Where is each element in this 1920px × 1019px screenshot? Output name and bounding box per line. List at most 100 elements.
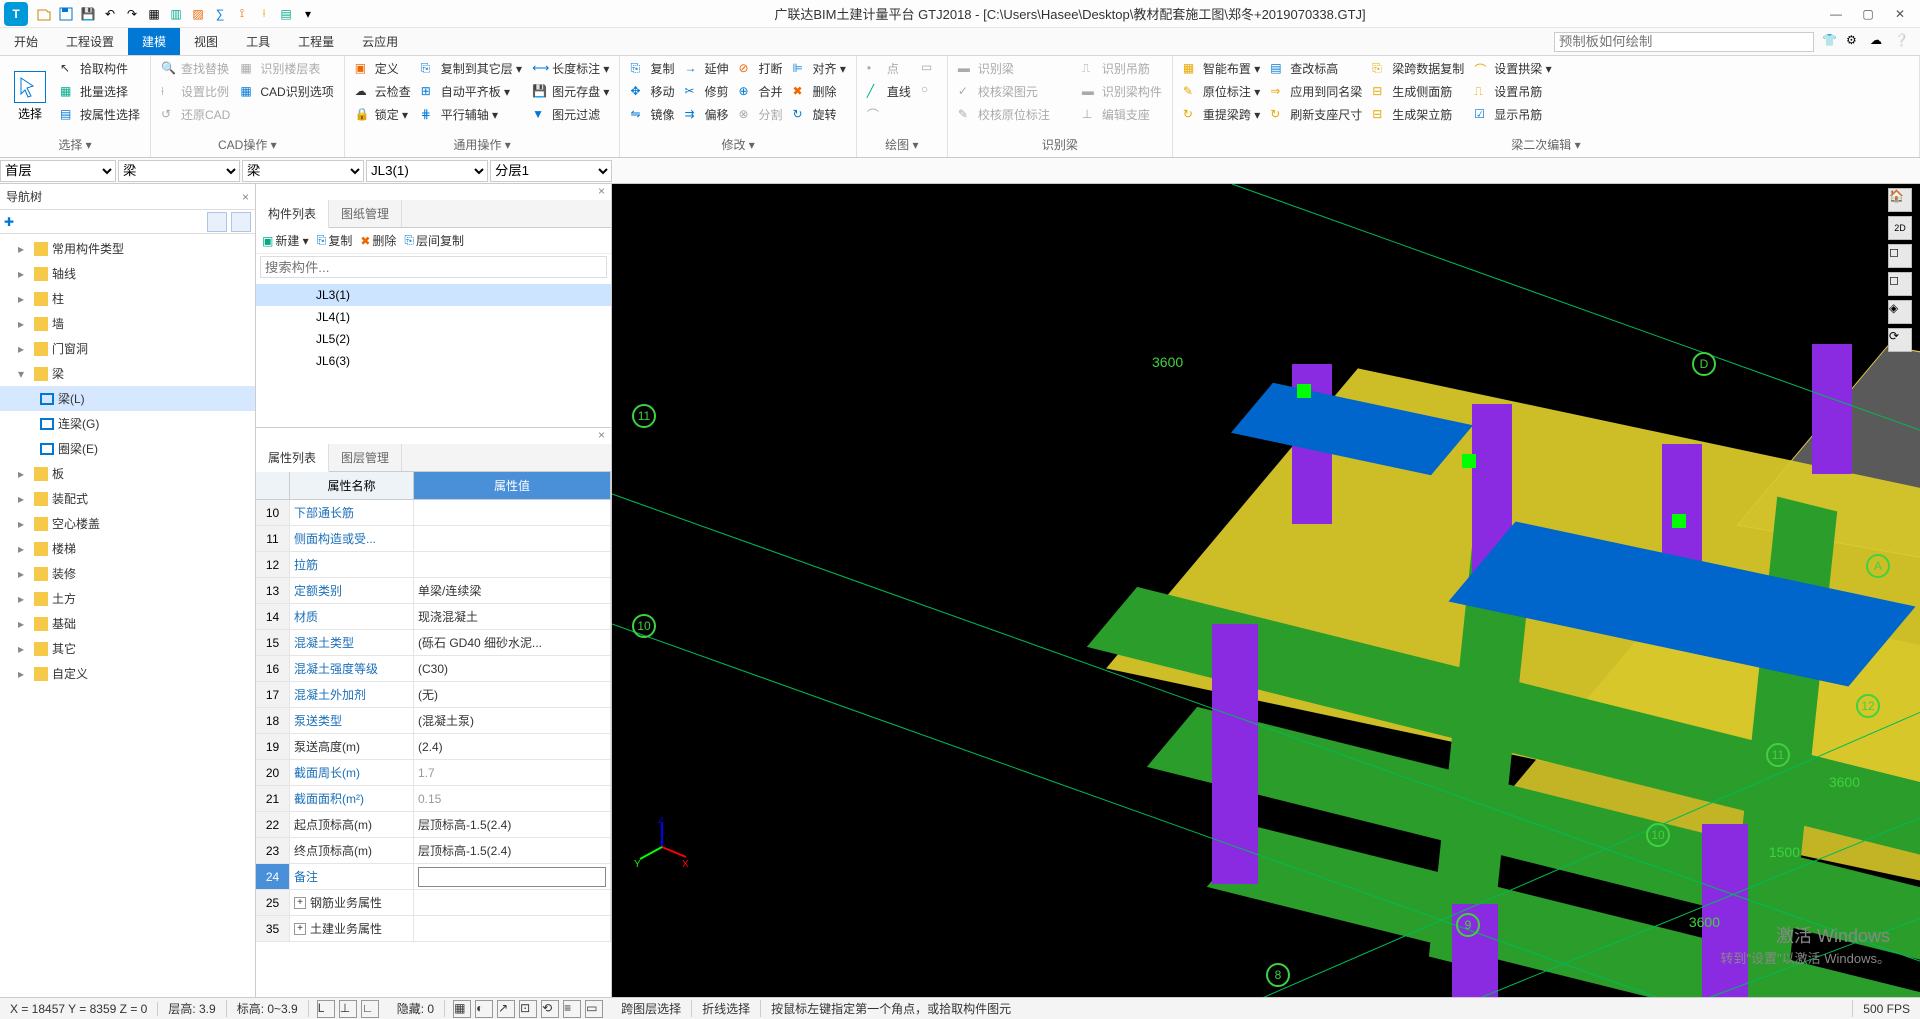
subcategory-select[interactable]: 梁 bbox=[242, 160, 364, 182]
property-value-input[interactable] bbox=[418, 867, 606, 887]
vp-home-icon[interactable]: 🏠 bbox=[1888, 188, 1912, 212]
minimize-button[interactable]: — bbox=[1824, 7, 1848, 21]
qat-icon-4[interactable]: ∑ bbox=[212, 6, 228, 22]
property-value[interactable]: 层顶标高-1.5(2.4) bbox=[414, 838, 611, 863]
component-item[interactable]: JL4(1) bbox=[256, 306, 611, 328]
comp-floor-copy[interactable]: ⎘层间复制 bbox=[404, 232, 464, 249]
cloud-check[interactable]: ☁云检查 bbox=[351, 81, 415, 102]
property-value[interactable] bbox=[414, 890, 611, 915]
qat-icon-2[interactable]: ▥ bbox=[168, 6, 184, 22]
sb-icon-10[interactable]: ▭ bbox=[585, 1000, 603, 1018]
ribbon-search-input[interactable] bbox=[1554, 32, 1814, 52]
layer-select[interactable]: 分层1 bbox=[490, 160, 612, 182]
help-gear-icon[interactable]: ⚙ bbox=[1846, 33, 1864, 51]
nav-item[interactable]: ▸土方 bbox=[0, 586, 255, 611]
nav-item[interactable]: ▸常用构件类型 bbox=[0, 236, 255, 261]
property-value[interactable]: 0.15 bbox=[414, 786, 611, 811]
rotate[interactable]: ↻旋转 bbox=[788, 104, 849, 125]
property-value[interactable]: (无) bbox=[414, 682, 611, 707]
property-row[interactable]: 17混凝土外加剂(无) bbox=[256, 682, 611, 708]
smart-layout[interactable]: ▦智能布置 ▾ bbox=[1179, 58, 1264, 79]
sb-icon-6[interactable]: ↗ bbox=[497, 1000, 515, 1018]
length-annotation[interactable]: ⟷长度标注 ▾ bbox=[528, 58, 613, 79]
nav-view2-icon[interactable] bbox=[231, 212, 251, 232]
sb-icon-2[interactable]: ⊥ bbox=[339, 1000, 357, 1018]
tab-property-list[interactable]: 属性列表 bbox=[256, 444, 329, 472]
property-value[interactable] bbox=[414, 916, 611, 941]
component-search-input[interactable] bbox=[260, 256, 607, 278]
original-annotation[interactable]: ✎原位标注 ▾ bbox=[1179, 81, 1264, 102]
nav-item[interactable]: ▸轴线 bbox=[0, 261, 255, 286]
nav-item[interactable]: ▸装配式 bbox=[0, 486, 255, 511]
delete[interactable]: ✖删除 bbox=[788, 81, 849, 102]
property-value[interactable]: 层顶标高-1.5(2.4) bbox=[414, 812, 611, 837]
group-label-cad[interactable]: CAD操作 ▾ bbox=[157, 134, 338, 155]
trim[interactable]: ✂修剪 bbox=[680, 81, 732, 102]
property-value[interactable]: (混凝土泵) bbox=[414, 708, 611, 733]
group-label-generic[interactable]: 通用操作 ▾ bbox=[351, 134, 614, 155]
component-select[interactable]: JL3(1) bbox=[366, 160, 488, 182]
element-filter[interactable]: ▼图元过滤 bbox=[528, 104, 613, 125]
repick-beam-span[interactable]: ↻重提梁跨 ▾ bbox=[1179, 104, 1264, 125]
nav-subitem[interactable]: 圈梁(E) bbox=[0, 436, 255, 461]
nav-item[interactable]: ▾梁 bbox=[0, 361, 255, 386]
nav-item[interactable]: ▸柱 bbox=[0, 286, 255, 311]
qat-ruler-icon[interactable]: ⟊ bbox=[256, 6, 272, 22]
property-value[interactable] bbox=[414, 500, 611, 525]
sb-icon-7[interactable]: ⊡ bbox=[519, 1000, 537, 1018]
copy[interactable]: ⎘复制 bbox=[626, 58, 678, 79]
property-row[interactable]: 14材质现浇混凝土 bbox=[256, 604, 611, 630]
tab-start[interactable]: 开始 bbox=[0, 28, 52, 55]
sb-icon-8[interactable]: ⟲ bbox=[541, 1000, 559, 1018]
nav-item[interactable]: ▸空心楼盖 bbox=[0, 511, 255, 536]
property-row[interactable]: 13定额类别单梁/连续梁 bbox=[256, 578, 611, 604]
select-big-button[interactable]: 选择 bbox=[6, 58, 54, 134]
set-arch-beam[interactable]: ⌒设置拱梁 ▾ bbox=[1470, 58, 1555, 79]
merge[interactable]: ⊕合并 bbox=[734, 81, 786, 102]
nav-subitem[interactable]: 梁(L) bbox=[0, 386, 255, 411]
nav-close-icon[interactable]: × bbox=[242, 190, 249, 204]
nav-item[interactable]: ▸墙 bbox=[0, 311, 255, 336]
pick-component[interactable]: ↖拾取构件 bbox=[56, 58, 144, 79]
property-row[interactable]: 23终点顶标高(m)层顶标高-1.5(2.4) bbox=[256, 838, 611, 864]
viewport-3d[interactable]: 3600 3600 1500 3600 3600 3600 A D 8 9 10… bbox=[612, 184, 1920, 997]
nav-view1-icon[interactable] bbox=[207, 212, 227, 232]
tab-component-list[interactable]: 构件列表 bbox=[256, 200, 329, 228]
property-row[interactable]: 11侧面构造或受... bbox=[256, 526, 611, 552]
batch-select[interactable]: ▦批量选择 bbox=[56, 81, 144, 102]
skin-icon[interactable]: 👕 bbox=[1822, 33, 1840, 51]
tab-cloud[interactable]: 云应用 bbox=[348, 28, 412, 55]
sb-icon-1[interactable]: L bbox=[317, 1000, 335, 1018]
vp-iso-icon[interactable]: ◈ bbox=[1888, 300, 1912, 324]
nav-item[interactable]: ▸自定义 bbox=[0, 661, 255, 686]
draw-line[interactable]: ╱直线 bbox=[863, 81, 915, 102]
property-row[interactable]: 24备注 bbox=[256, 864, 611, 890]
vp-cube-icon[interactable]: ◻ bbox=[1888, 244, 1912, 268]
tab-view[interactable]: 视图 bbox=[180, 28, 232, 55]
component-item[interactable]: JL6(3) bbox=[256, 350, 611, 372]
gen-waist-rebar[interactable]: ⊟生成架立筋 bbox=[1368, 104, 1468, 125]
check-elevation[interactable]: ▤查改标高 bbox=[1266, 58, 1366, 79]
app-icon[interactable]: T bbox=[4, 2, 28, 26]
comp-copy[interactable]: ⎘复制 bbox=[317, 232, 353, 249]
group-label-modify[interactable]: 修改 ▾ bbox=[626, 134, 849, 155]
lock[interactable]: 🔒锁定 ▾ bbox=[351, 104, 415, 125]
comp-delete[interactable]: ✖删除 bbox=[360, 232, 396, 249]
parallel-aux-axis[interactable]: ⋕平行辅轴 ▾ bbox=[417, 104, 526, 125]
beam-span-data-copy[interactable]: ⎘梁跨数据复制 bbox=[1368, 58, 1468, 79]
component-item[interactable]: JL5(2) bbox=[256, 328, 611, 350]
property-row[interactable]: 35+土建业务属性 bbox=[256, 916, 611, 942]
property-row[interactable]: 10下部通长筋 bbox=[256, 500, 611, 526]
extend[interactable]: →延伸 bbox=[680, 58, 732, 79]
property-row[interactable]: 15混凝土类型(砾石 GD40 细砂水泥... bbox=[256, 630, 611, 656]
property-row[interactable]: 19泵送高度(m)(2.4) bbox=[256, 734, 611, 760]
tab-quantity[interactable]: 工程量 bbox=[284, 28, 348, 55]
expand-icon[interactable]: + bbox=[294, 897, 306, 909]
property-value[interactable]: (C30) bbox=[414, 656, 611, 681]
cad-recognize-options[interactable]: ▦CAD识别选项 bbox=[236, 81, 337, 102]
copy-to-floor[interactable]: ⎘复制到其它层 ▾ bbox=[417, 58, 526, 79]
comp-new[interactable]: ▣新建 ▾ bbox=[262, 232, 309, 249]
define[interactable]: ▣定义 bbox=[351, 58, 415, 79]
property-value[interactable] bbox=[414, 864, 611, 889]
property-row[interactable]: 16混凝土强度等级(C30) bbox=[256, 656, 611, 682]
